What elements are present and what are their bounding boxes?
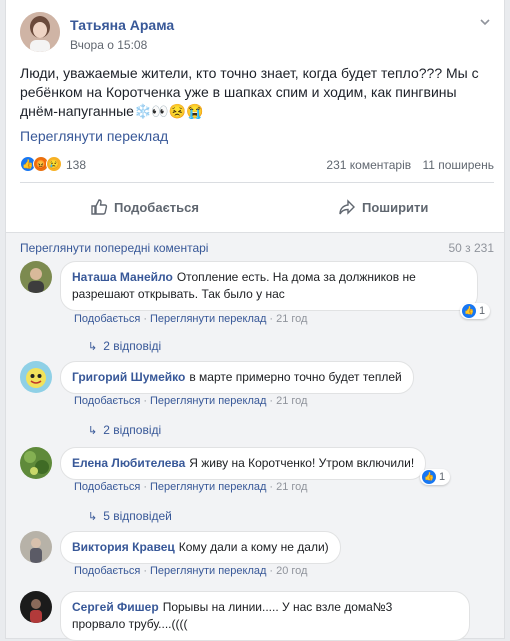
comment-bubble: Наташа Манейло Отопление есть. На дома за… [60, 261, 478, 311]
comment-item: Григорий Шумейко в марте примерно точно б… [20, 361, 494, 441]
shares-count[interactable]: 11 поширень [422, 158, 494, 172]
comment-meta: Подобається · Переглянути переклад · 20 год [74, 565, 308, 577]
replies-count: 5 відповідей [103, 509, 172, 523]
comment-item: Сергей Фишер Порывы на линии..... У нас в… [20, 591, 494, 641]
comment-text-line2: прорвало трубу....(((( [72, 617, 188, 631]
comment-time[interactable]: 21 год [276, 395, 307, 407]
thumbs-up-icon: 👍 [462, 304, 476, 318]
post-header: Татьяна Арама Вчора о 15:08 [20, 12, 494, 56]
like-button-label: Подобається [114, 199, 199, 215]
comment-text: в марте примерно точно будет теплей [189, 370, 402, 384]
comment-like-link[interactable]: Подобається [74, 481, 140, 493]
commenter-avatar[interactable] [20, 447, 52, 479]
post-author[interactable]: Татьяна Арама [70, 17, 174, 33]
post-actions: Подобається Поширити [20, 190, 494, 224]
comment-bubble: Григорий Шумейко в марте примерно точно б… [60, 361, 414, 394]
comment-like-badge[interactable]: 👍 1 [460, 303, 491, 319]
post-card: Татьяна Арама Вчора о 15:08 Люди, уважае… [5, 0, 505, 641]
view-replies-link[interactable]: ↳ 2 відповіді [88, 339, 161, 353]
comment-item: Елена Любителева Я живу на Коротченко! Ут… [20, 447, 494, 529]
comment-item: Виктория Кравец Кому дали а кому не дали)… [20, 531, 494, 586]
comment-bubble: Виктория Кравец Кому дали а кому не дали) [60, 531, 341, 564]
comment-text: Порывы на линии..... У нас взле дома№3 [162, 600, 393, 614]
post-timestamp[interactable]: Вчора о 15:08 [70, 38, 147, 52]
comment-meta: Подобається · Переглянути переклад · 21 год [74, 395, 308, 407]
comment-like-count: 1 [439, 471, 446, 483]
view-previous-comments-link[interactable]: Переглянути попередні коментарі [20, 241, 208, 255]
like-button[interactable]: Подобається [90, 198, 199, 216]
commenter-name[interactable]: Виктория Кравец [72, 540, 175, 554]
post-text: Люди, уважаемые жители, кто точно знает,… [20, 65, 479, 119]
comments-count[interactable]: 231 коментарів [326, 158, 411, 172]
comment-bubble: Сергей Фишер Порывы на линии..... У нас в… [60, 591, 470, 641]
comment-like-count: 1 [479, 305, 486, 317]
comment-like-link[interactable]: Подобається [74, 395, 140, 407]
comment-time[interactable]: 21 год [276, 481, 307, 493]
comment-like-link[interactable]: Подобається [74, 313, 140, 325]
comment-translate-link[interactable]: Переглянути переклад [150, 313, 266, 325]
view-replies-link[interactable]: ↳ 5 відповідей [88, 509, 172, 523]
thumbs-up-icon: 👍 [422, 470, 436, 484]
comments-section: Переглянути попередні коментарі 50 з 231… [6, 232, 504, 641]
chevron-down-icon[interactable] [478, 16, 492, 30]
comment-like-link[interactable]: Подобається [74, 565, 140, 577]
comment-time[interactable]: 20 год [276, 565, 307, 577]
comment-text-line2: разрешают открывать. Так было у нас [72, 287, 285, 301]
comment-translate-link[interactable]: Переглянути переклад [150, 481, 266, 493]
comment-text: Кому дали а кому не дали) [178, 540, 329, 554]
commenter-name[interactable]: Сергей Фишер [72, 600, 159, 614]
commenter-avatar[interactable] [20, 361, 52, 393]
comments-counter: 50 з 231 [448, 241, 494, 255]
author-avatar[interactable] [20, 12, 60, 52]
share-button[interactable]: Поширити [338, 198, 428, 216]
comment-text: Я живу на Коротченко! Утром включили! [189, 456, 415, 470]
thumbs-up-icon [91, 199, 108, 215]
see-translation-link[interactable]: Переглянути переклад [20, 128, 168, 144]
comment-item: Наташа Манейло Отопление есть. На дома за… [20, 261, 494, 356]
commenter-name[interactable]: Елена Любителева [72, 456, 185, 470]
replies-count: 2 відповіді [103, 423, 162, 437]
commenter-avatar[interactable] [20, 261, 52, 293]
reaction-count[interactable]: 138 [66, 158, 86, 172]
comment-time[interactable]: 21 год [276, 313, 307, 325]
commenter-name[interactable]: Григорий Шумейко [72, 370, 185, 384]
divider [20, 182, 494, 183]
reply-arrow-icon: ↳ [88, 340, 98, 353]
comment-meta: Подобається · Переглянути переклад · 21 год [74, 481, 308, 493]
post-stats: 👍 😡 😢 138 231 коментарів 11 поширень [20, 156, 494, 176]
share-button-label: Поширити [362, 199, 429, 215]
comment-bubble: Елена Любителева Я живу на Коротченко! Ут… [60, 447, 427, 480]
reply-arrow-icon: ↳ [88, 424, 98, 437]
comment-text: Отопление есть. На дома за должников не [176, 270, 416, 284]
commenter-name[interactable]: Наташа Манейло [72, 270, 173, 284]
replies-count: 2 відповіді [103, 339, 162, 353]
comment-translate-link[interactable]: Переглянути переклад [150, 395, 266, 407]
commenter-avatar[interactable] [20, 591, 52, 623]
view-replies-link[interactable]: ↳ 2 відповіді [88, 423, 161, 437]
reply-arrow-icon: ↳ [88, 510, 98, 523]
comment-meta: Подобається · Переглянути переклад · 21 год [74, 313, 308, 325]
commenter-avatar[interactable] [20, 531, 52, 563]
comment-translate-link[interactable]: Переглянути переклад [150, 565, 266, 577]
stats-right: 231 коментарів 11 поширень [318, 158, 494, 172]
comment-like-badge[interactable]: 👍 1 [420, 469, 451, 485]
share-arrow-icon [339, 199, 355, 215]
sad-reaction-icon[interactable]: 😢 [46, 156, 62, 172]
